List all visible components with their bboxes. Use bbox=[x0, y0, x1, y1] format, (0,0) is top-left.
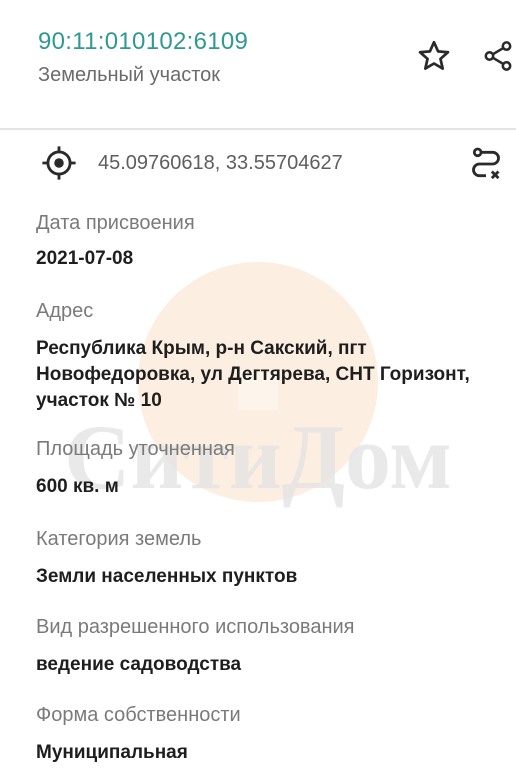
area-label: Площадь уточненная bbox=[36, 438, 235, 460]
address-label: Адрес bbox=[36, 300, 94, 322]
land-category-value: Земли населенных пунктов bbox=[36, 566, 298, 587]
permitted-use-value: ведение садоводства bbox=[36, 654, 242, 675]
target-icon[interactable] bbox=[40, 144, 78, 182]
ownership-form-value: Муниципальная bbox=[36, 742, 188, 763]
land-plot-card: СитиДом 90:11:010102:6109 Земельный учас… bbox=[0, 0, 516, 768]
coordinates-row: 45.09760618, 33.55704627 bbox=[0, 140, 516, 186]
address-value: Республика Крым, р-н Сакский, пгт Новофе… bbox=[36, 338, 470, 411]
share-icon bbox=[484, 41, 512, 71]
ownership-form-label: Форма собственности bbox=[36, 704, 241, 726]
assignment-date-value: 2021-07-08 bbox=[36, 248, 134, 269]
star-icon bbox=[418, 40, 450, 70]
assignment-date-label: Дата присвоения bbox=[36, 212, 195, 234]
land-category-label: Категория земель bbox=[36, 528, 202, 550]
cadastral-number[interactable]: 90:11:010102:6109 bbox=[38, 28, 248, 56]
object-type: Земельный участок bbox=[38, 64, 221, 86]
header-divider bbox=[0, 128, 516, 130]
route-icon[interactable] bbox=[466, 144, 506, 184]
permitted-use-label: Вид разрешенного использования bbox=[36, 616, 355, 638]
area-value: 600 кв. м bbox=[36, 476, 119, 497]
share-button[interactable] bbox=[478, 36, 516, 76]
favorite-button[interactable] bbox=[414, 36, 454, 76]
coordinates-text[interactable]: 45.09760618, 33.55704627 bbox=[98, 152, 343, 175]
